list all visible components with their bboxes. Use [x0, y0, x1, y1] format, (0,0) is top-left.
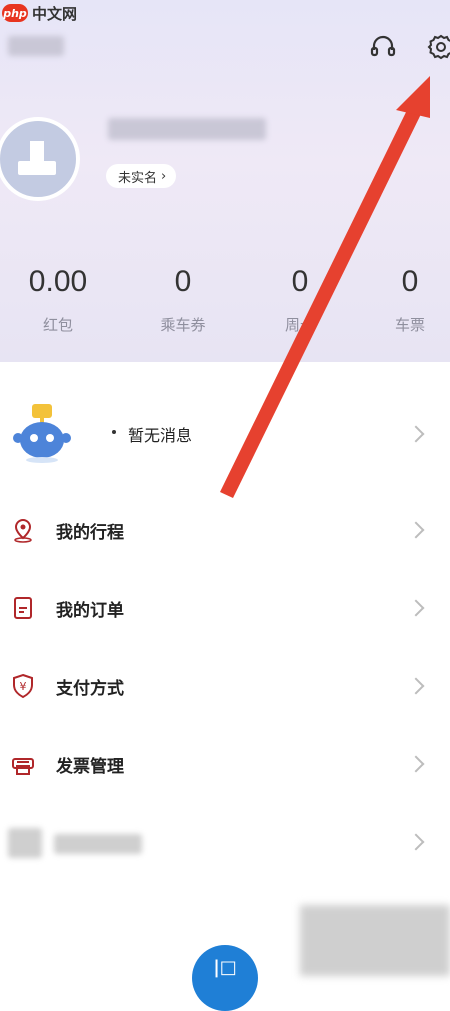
watermark-logo: php: [2, 4, 28, 22]
printer-icon: [12, 758, 34, 775]
chevron-right-icon: [407, 833, 425, 851]
chevron-right-icon: [407, 677, 425, 695]
stat-label: 红包: [42, 316, 73, 334]
yuan-shield-icon: ¥: [13, 673, 33, 699]
headset-icon: [370, 35, 396, 57]
blurred-icon: [8, 828, 42, 858]
verify-identity-button[interactable]: 未实名 ›: [106, 164, 177, 188]
chevron-right-icon: [407, 755, 425, 773]
verify-label: 未实名: [118, 170, 158, 186]
blurred-label: [54, 834, 142, 854]
location-pin-icon: [14, 518, 32, 543]
stat-value: 0.00: [28, 265, 88, 298]
menu-item-blurred[interactable]: [0, 812, 450, 872]
customer-service-button[interactable]: [366, 30, 400, 64]
stat-weekly-card[interactable]: 0 周卡: [240, 262, 360, 335]
menu-item-label: 我的订单: [56, 600, 124, 621]
chevron-right-icon: [407, 521, 425, 539]
stat-ticket[interactable]: 0 车票: [350, 262, 450, 335]
stat-value: 0: [174, 265, 192, 298]
stat-label: 车票: [394, 316, 425, 334]
menu-item-my-orders[interactable]: 我的订单: [0, 578, 450, 638]
wallet-stats: 0.00 红包 0 乘车券 0 周卡 0 车票: [0, 262, 450, 342]
chevron-right-icon: [407, 599, 425, 617]
menu-item-label: 支付方式: [56, 678, 124, 699]
avatar[interactable]: [0, 117, 80, 201]
scan-code-button[interactable]: |□: [192, 945, 258, 1011]
status-bar-blur: [8, 36, 64, 56]
stat-ride-coupon[interactable]: 0 乘车券: [123, 262, 243, 335]
stat-value: 0: [291, 265, 309, 298]
chevron-right-icon: ›: [161, 168, 167, 184]
menu-item-my-trips[interactable]: 我的行程: [0, 500, 450, 560]
message-row[interactable]: 暂无消息: [0, 402, 450, 466]
watermark: php 中文网: [2, 2, 77, 24]
bullet-dot: [112, 430, 116, 434]
stat-red-packet[interactable]: 0.00 红包: [0, 262, 118, 335]
username-blurred: [108, 118, 266, 140]
svg-text:¥: ¥: [20, 680, 27, 693]
chevron-right-icon: [407, 425, 425, 443]
gear-icon: [427, 34, 450, 60]
stat-label: 周卡: [284, 316, 315, 334]
order-document-icon: [14, 597, 32, 619]
scan-code-label: |□: [213, 957, 237, 978]
settings-button[interactable]: [424, 30, 450, 64]
watermark-text: 中文网: [32, 4, 78, 23]
stat-label: 乘车券: [160, 316, 206, 334]
tabbar-blurred-area: [300, 905, 450, 976]
user-avatar-icon: [18, 141, 56, 175]
stat-value: 0: [401, 265, 419, 298]
robot-mascot-icon: [13, 404, 71, 463]
message-text: 暂无消息: [128, 426, 193, 445]
menu-item-label: 发票管理: [56, 756, 124, 777]
menu-item-invoice-management[interactable]: 发票管理: [0, 734, 450, 794]
menu-item-label: 我的行程: [56, 522, 124, 543]
menu-item-payment-methods[interactable]: ¥ 支付方式: [0, 656, 450, 716]
